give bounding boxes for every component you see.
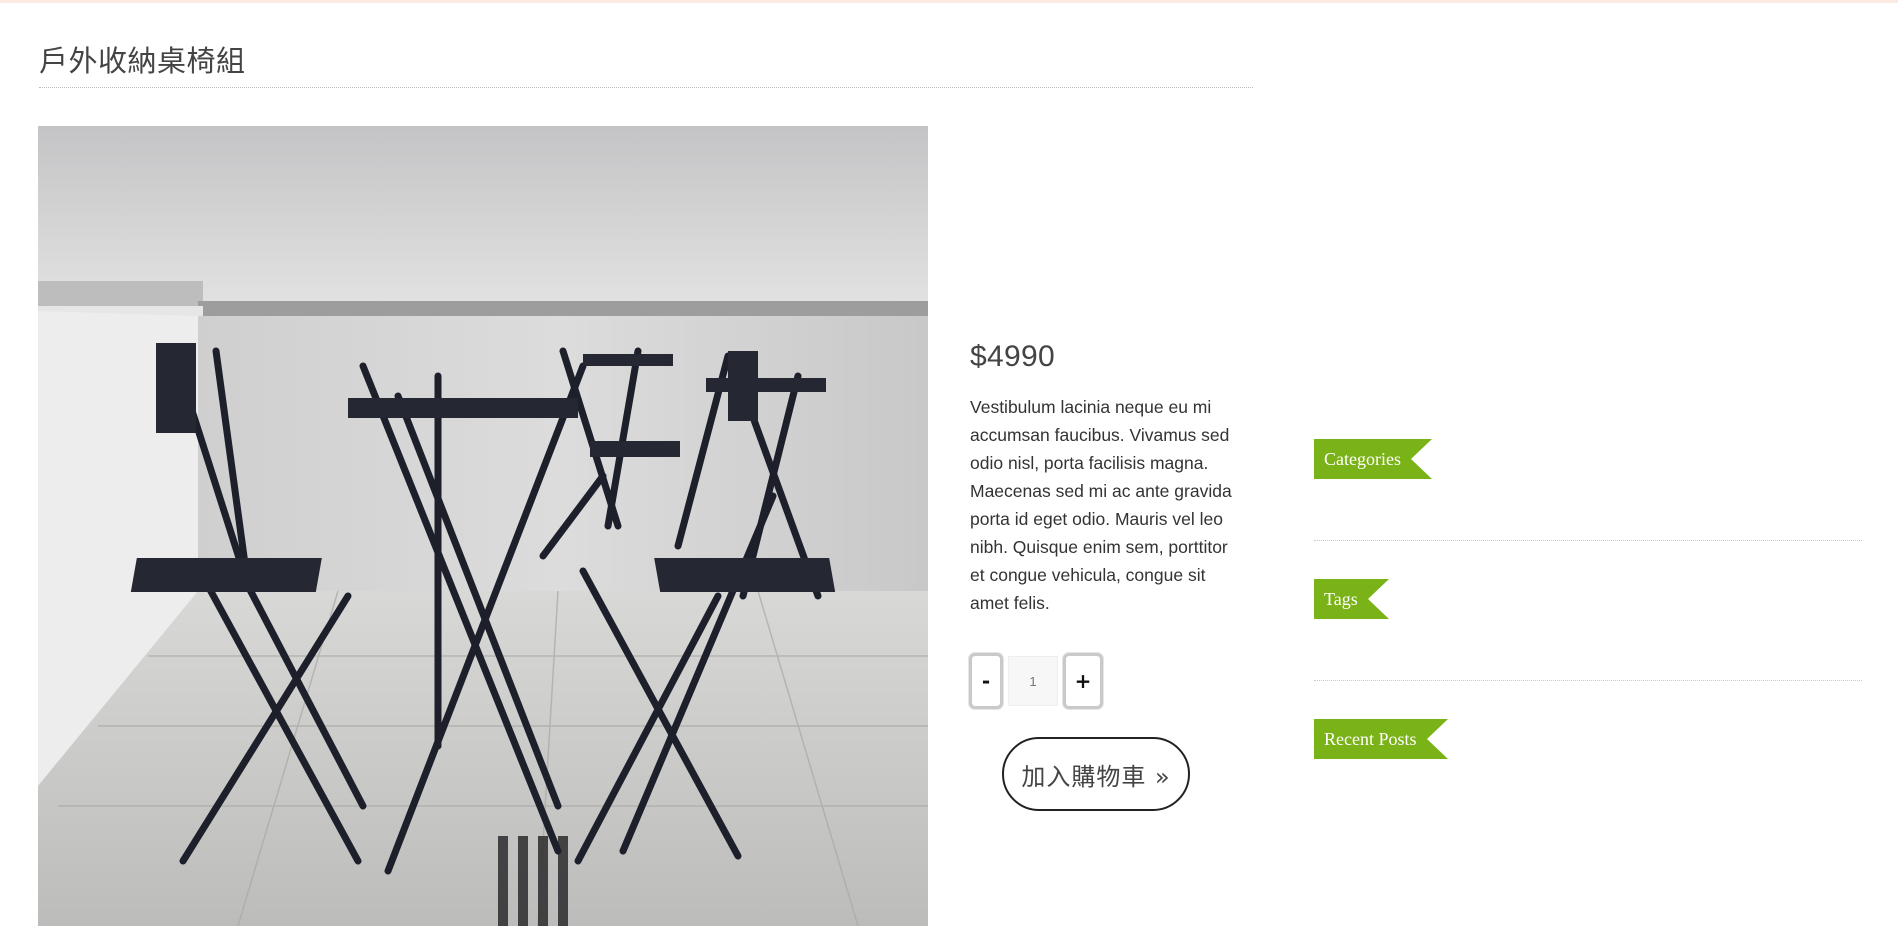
product-image[interactable] <box>38 126 928 926</box>
top-accent-strip <box>0 0 1898 3</box>
product-price: $4990 <box>970 340 1055 373</box>
quantity-increase-button[interactable]: + <box>1063 653 1103 709</box>
title-divider <box>39 87 1253 88</box>
quantity-stepper: - + <box>969 652 1103 710</box>
product-description: Vestibulum lacinia neque eu mi accumsan … <box>970 397 1232 613</box>
quantity-input[interactable] <box>1008 656 1058 706</box>
widget-divider <box>1314 680 1862 681</box>
widget-divider <box>1314 540 1862 541</box>
add-to-cart-button[interactable]: 加入購物車 » <box>1002 737 1190 811</box>
widget-title-recent-posts: Recent Posts <box>1314 719 1447 759</box>
widget-title-tags: Tags <box>1314 579 1389 619</box>
page-title: 戶外收納桌椅組 <box>39 44 246 78</box>
quantity-decrease-button[interactable]: - <box>969 653 1003 709</box>
widget-title-categories: Categories <box>1314 439 1432 479</box>
